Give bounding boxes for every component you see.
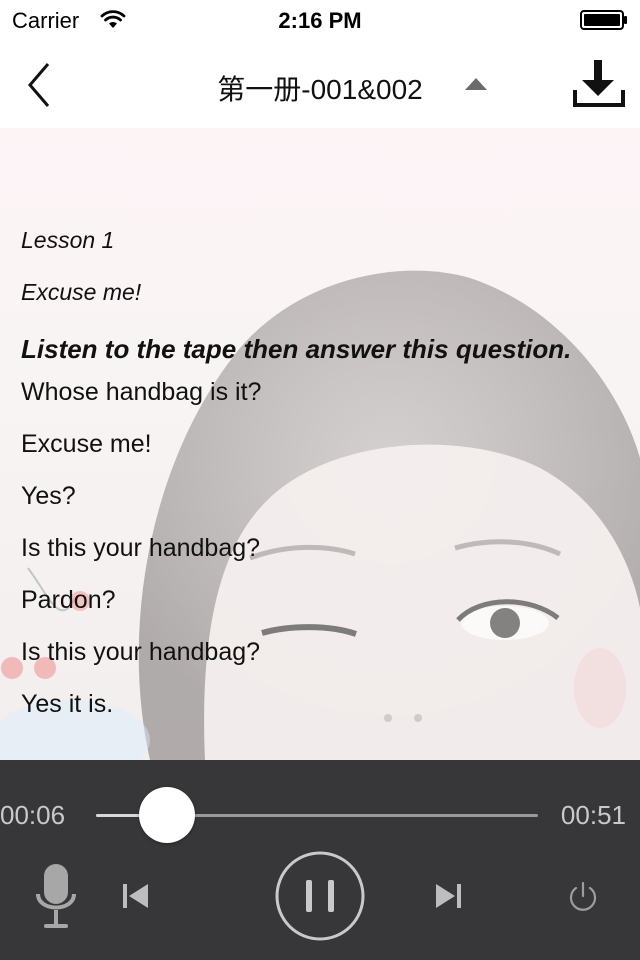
lesson-text: Lesson 1 Excuse me! Listen to the tape t…: [21, 226, 621, 740]
skip-previous-icon: [120, 880, 152, 912]
audio-player: 00:06 00:51: [0, 760, 640, 960]
dialog-line: Whose handbag is it?: [21, 378, 262, 406]
battery-icon: [580, 10, 628, 30]
microphone-icon: [34, 862, 78, 932]
pause-button[interactable]: [274, 850, 366, 942]
dialog-line: Yes it is.: [21, 690, 114, 718]
page-title: 第一册-001&002: [217, 74, 423, 105]
lesson-number: Lesson 1: [21, 227, 115, 253]
total-time: 00:51: [560, 800, 626, 830]
player-screen: Carrier 2:16 PM 第一册-001&002 Lesson 1 Exc…: [0, 0, 640, 960]
download-icon: [570, 56, 628, 112]
lesson-content[interactable]: Lesson 1 Excuse me! Listen to the tape t…: [0, 128, 640, 760]
dialog-line: Yes?: [21, 482, 76, 510]
nav-bar: 第一册-001&002: [0, 40, 640, 128]
pause-icon: [274, 850, 366, 942]
next-button[interactable]: [432, 880, 464, 912]
collapse-button[interactable]: [462, 74, 490, 94]
status-bar: Carrier 2:16 PM: [0, 0, 640, 40]
power-icon: [566, 880, 600, 914]
skip-next-icon: [432, 880, 464, 912]
lesson-prompt: Listen to the tape then answer this ques…: [21, 334, 572, 364]
current-time: 00:06: [0, 800, 66, 830]
download-button[interactable]: [570, 56, 628, 112]
dialog-line: Is this your handbag?: [21, 638, 261, 666]
triangle-up-icon: [462, 74, 490, 94]
status-time: 2:16 PM: [278, 8, 362, 33]
previous-button[interactable]: [120, 880, 152, 912]
dialog-line: Excuse me!: [21, 430, 152, 458]
dialog-line: Is this your handbag?: [21, 534, 261, 562]
dialog-line: Pardon?: [21, 586, 116, 614]
lesson-subtitle: Excuse me!: [21, 279, 142, 305]
record-button[interactable]: [34, 862, 78, 932]
power-button[interactable]: [566, 880, 600, 914]
progress-thumb[interactable]: [138, 787, 195, 843]
